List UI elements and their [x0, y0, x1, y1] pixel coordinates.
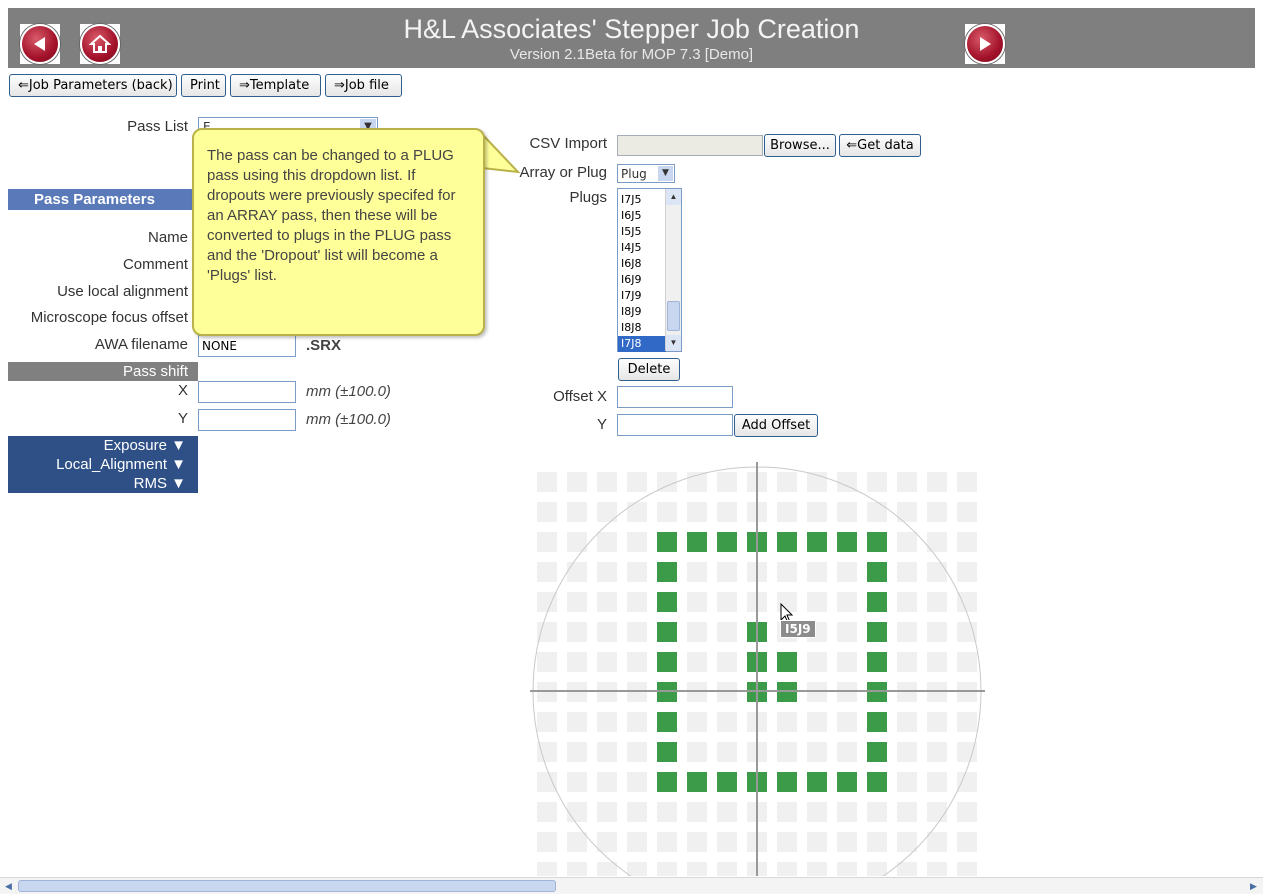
offset-y-input[interactable] — [617, 414, 733, 436]
shift-x-input[interactable] — [198, 381, 296, 403]
plug-item[interactable]: I7J9 — [618, 288, 666, 304]
awa-filename-input[interactable]: NONE — [198, 335, 296, 357]
plug-item[interactable]: I8J8 — [618, 320, 666, 336]
microscope-focus-offset-label: Microscope focus offset — [30, 309, 188, 326]
collapsible-sections: Exposure ▼ Local_Alignment ▼ RMS ▼ — [8, 436, 198, 493]
callout-pointer — [482, 132, 521, 174]
offset-x-label: Offset X — [553, 388, 607, 405]
horizontal-scroll-thumb[interactable] — [18, 880, 556, 892]
delete-button[interactable]: Delete — [618, 358, 680, 381]
template-button[interactable]: ⇒Template — [230, 74, 321, 97]
wafer-map[interactable] — [530, 462, 985, 876]
offset-x-input[interactable] — [617, 386, 733, 408]
plugs-label: Plugs — [569, 189, 607, 206]
rms-toggle[interactable]: RMS ▼ — [8, 474, 186, 493]
browse-button[interactable]: Browse... — [764, 134, 836, 157]
shift-x-unit: mm (±100.0) — [306, 383, 391, 400]
scroll-down-icon[interactable]: ▼ — [666, 335, 681, 351]
wafer-hover-label: I5J9 — [780, 620, 816, 638]
scroll-up-icon[interactable]: ▲ — [666, 189, 681, 205]
get-data-button[interactable]: ⇐Get data — [839, 134, 921, 157]
scroll-thumb[interactable] — [667, 301, 680, 331]
wafer-outline — [530, 462, 985, 876]
help-callout: The pass can be changed to a PLUG pass u… — [192, 128, 485, 336]
print-button[interactable]: Print — [181, 74, 226, 97]
chevron-down-icon: ▼ — [658, 166, 673, 181]
plugs-listbox[interactable]: I7J5 I6J5 I5J5 I4J5 I6J8 I6J9 I7J9 I8J9 I8J8 I7J8… — [617, 188, 682, 352]
shift-y-unit: mm (±100.0) — [306, 411, 391, 428]
array-or-plug-value: Plug — [621, 167, 647, 181]
app-subtitle: Version 2.1Beta for MOP 7.3 [Demo] — [509, 46, 754, 63]
shift-y-input[interactable] — [198, 409, 296, 431]
awa-filename-label: AWA filename — [94, 336, 188, 353]
local-alignment-toggle[interactable]: Local_Alignment ▼ — [8, 455, 186, 474]
scroll-left-icon[interactable]: ◀ — [2, 880, 15, 893]
shift-x-label: X — [177, 382, 188, 399]
use-local-alignment-label: Use local alignment — [57, 283, 188, 300]
horizontal-scrollbar[interactable]: ◀ ▶ — [0, 877, 1263, 894]
offset-y-label: Y — [596, 416, 607, 433]
plugs-scrollbar[interactable]: ▲ ▼ — [665, 189, 681, 351]
pass-list-label: Pass List — [127, 118, 188, 135]
plug-item[interactable]: I7J8 — [618, 336, 666, 352]
name-label: Name — [147, 229, 188, 246]
plug-item[interactable]: I6J5 — [618, 208, 666, 224]
awa-extension: .SRX — [306, 337, 342, 354]
help-callout-text: The pass can be changed to a PLUG pass u… — [207, 147, 456, 284]
pass-shift-heading: Pass shift — [8, 362, 198, 381]
csv-import-field[interactable] — [617, 135, 763, 156]
plug-item[interactable]: I8J9 — [618, 304, 666, 320]
job-parameters-back-button[interactable]: ⇐Job Parameters (back) — [9, 74, 177, 97]
add-offset-button[interactable]: Add Offset — [734, 414, 818, 437]
array-or-plug-select[interactable]: Plug ▼ — [617, 164, 675, 183]
comment-label: Comment — [122, 256, 188, 273]
plug-item[interactable]: I6J8 — [618, 256, 666, 272]
app-title: H&L Associates' Stepper Job Creation — [403, 14, 860, 44]
pass-parameters-heading: Pass Parameters — [8, 189, 198, 210]
exposure-toggle[interactable]: Exposure ▼ — [8, 436, 186, 455]
scroll-right-icon[interactable]: ▶ — [1247, 880, 1260, 893]
plug-item[interactable]: I6J9 — [618, 272, 666, 288]
shift-y-label: Y — [177, 410, 188, 427]
plug-item[interactable]: I7J5 — [618, 192, 666, 208]
plug-item[interactable]: I4J5 — [618, 240, 666, 256]
job-file-button[interactable]: ⇒Job file — [325, 74, 402, 97]
plug-item[interactable]: I5J5 — [618, 224, 666, 240]
